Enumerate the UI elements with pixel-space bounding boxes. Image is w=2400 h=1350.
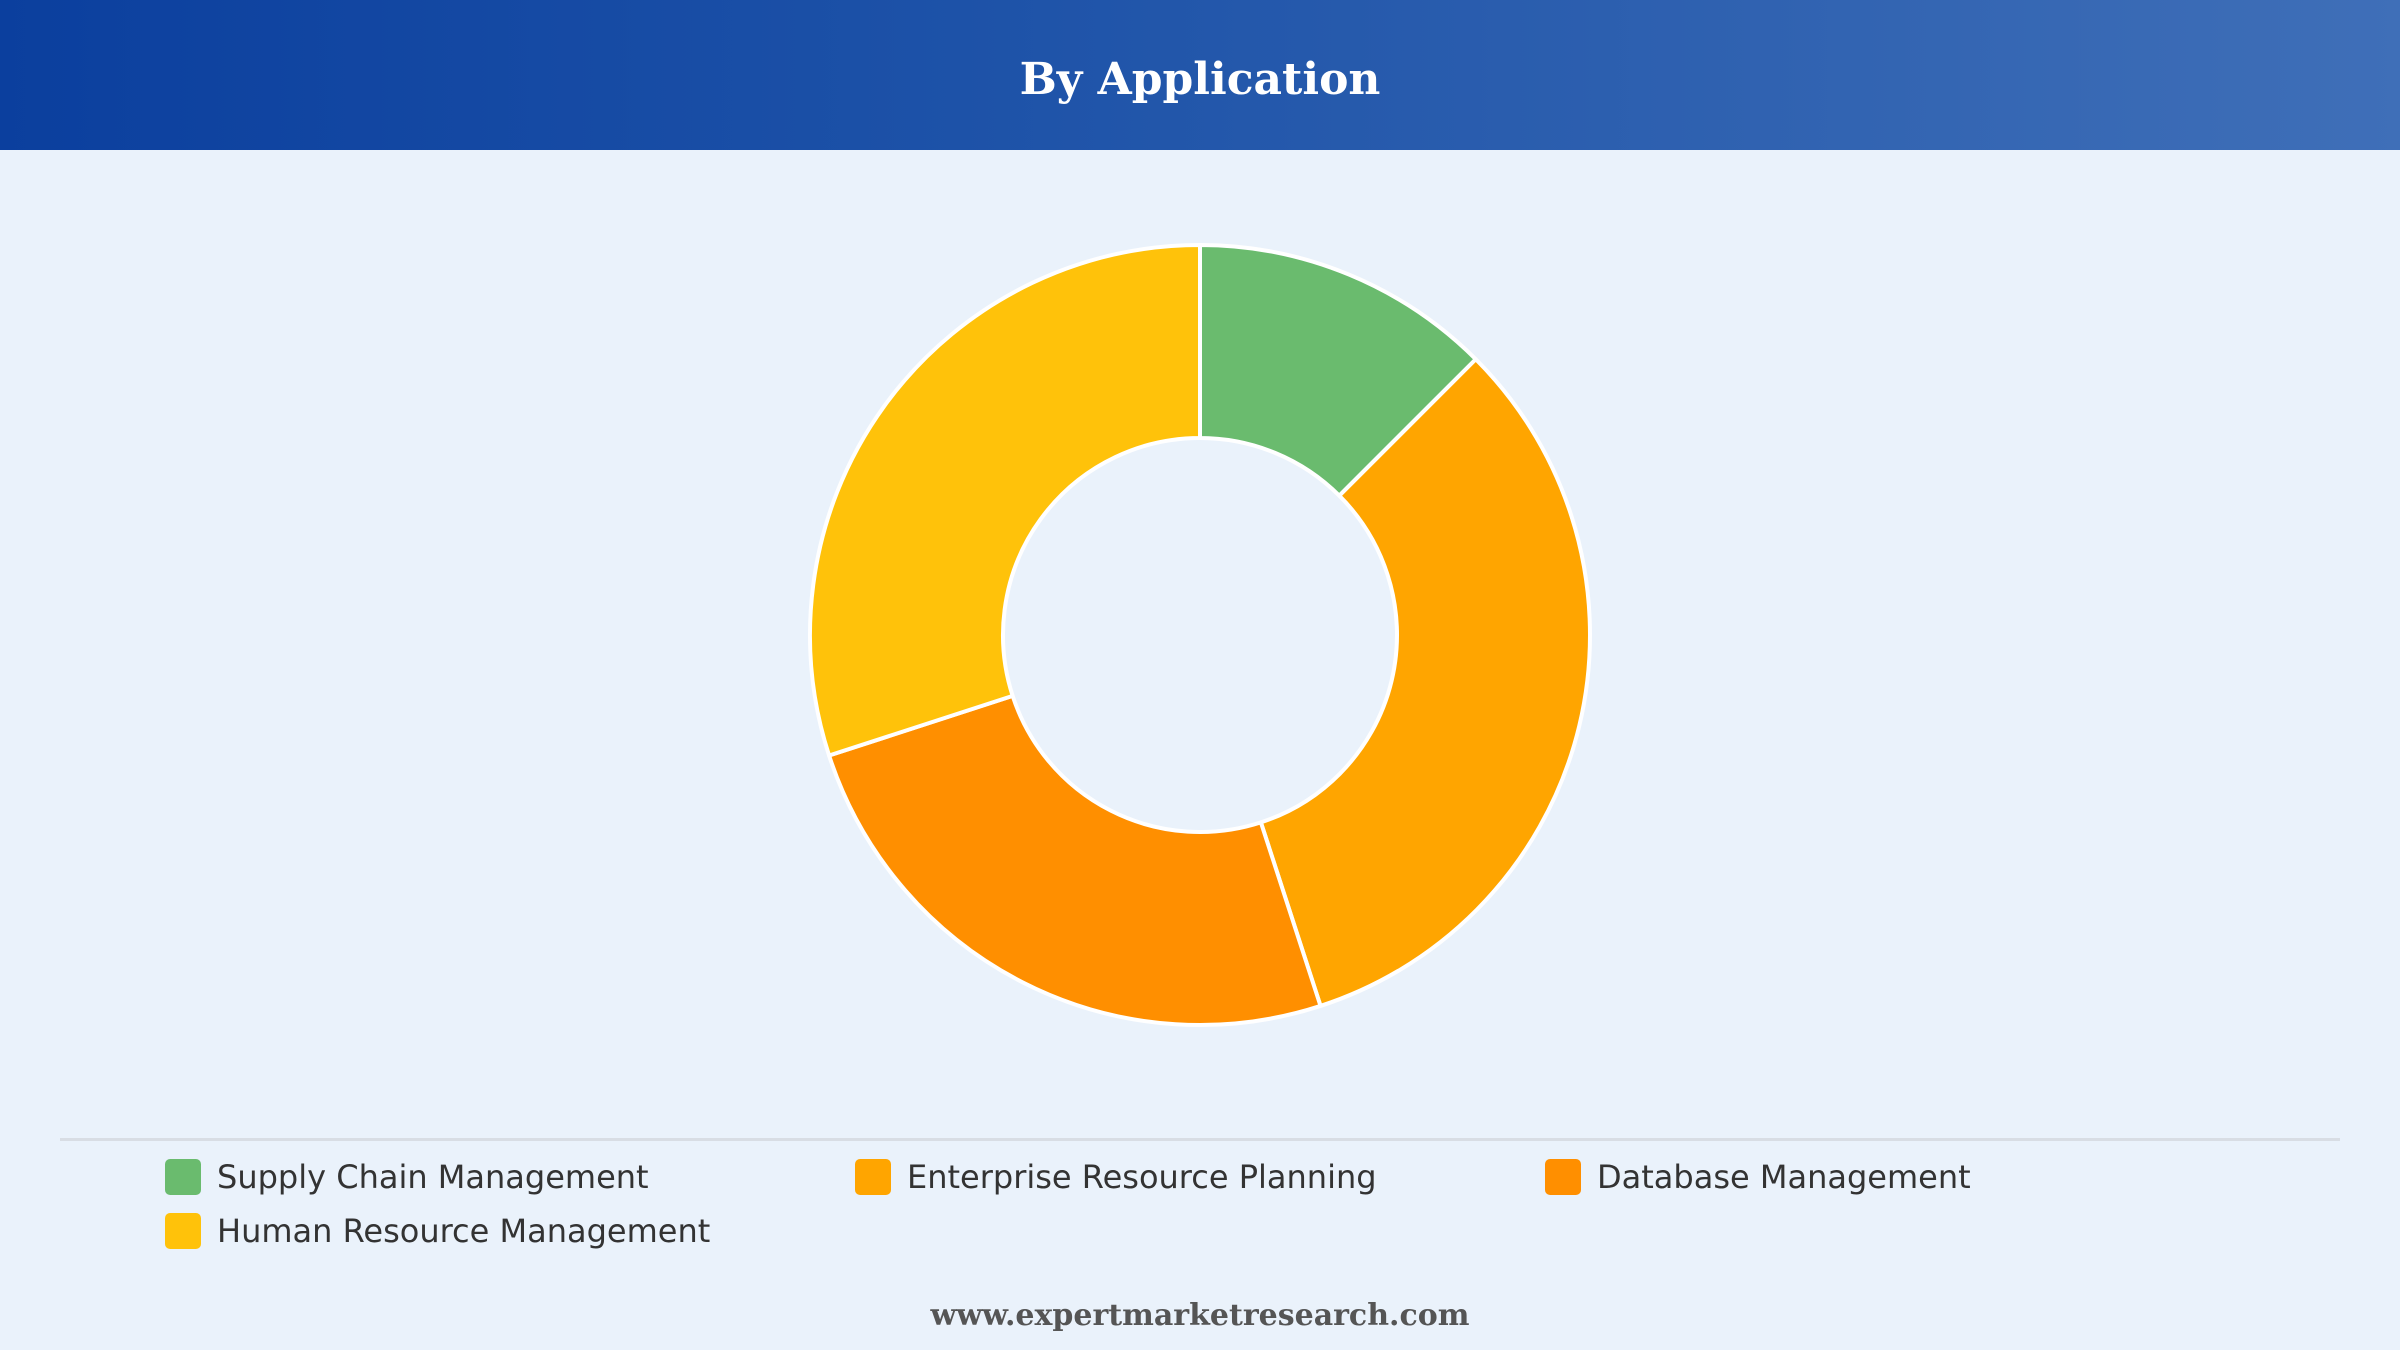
legend-label: Supply Chain Management <box>217 1158 649 1196</box>
legend-swatch <box>1545 1159 1581 1195</box>
slice-database-management[interactable] <box>827 693 1323 1027</box>
legend-item-human-resource-management[interactable]: Human Resource Management <box>165 1208 710 1254</box>
slice-human-resource-management[interactable] <box>808 243 1202 758</box>
legend-label: Human Resource Management <box>217 1212 711 1250</box>
donut-chart <box>808 243 1592 1027</box>
header-banner: By Application <box>0 0 2400 150</box>
legend-divider <box>60 1138 2340 1141</box>
footer-website: www.expertmarketresearch.com <box>930 1298 1470 1333</box>
legend-swatch <box>165 1213 201 1249</box>
legend-item-database-management[interactable]: Database Management <box>1545 1154 1971 1200</box>
legend-swatch <box>165 1159 201 1195</box>
legend-swatch <box>855 1159 891 1195</box>
legend-label: Database Management <box>1597 1158 1971 1196</box>
chart-title: By Application <box>1019 54 1381 105</box>
legend-item-supply-chain-management[interactable]: Supply Chain Management <box>165 1154 649 1200</box>
legend-item-enterprise-resource-planning[interactable]: Enterprise Resource Planning <box>855 1154 1377 1200</box>
legend-label: Enterprise Resource Planning <box>907 1158 1377 1196</box>
